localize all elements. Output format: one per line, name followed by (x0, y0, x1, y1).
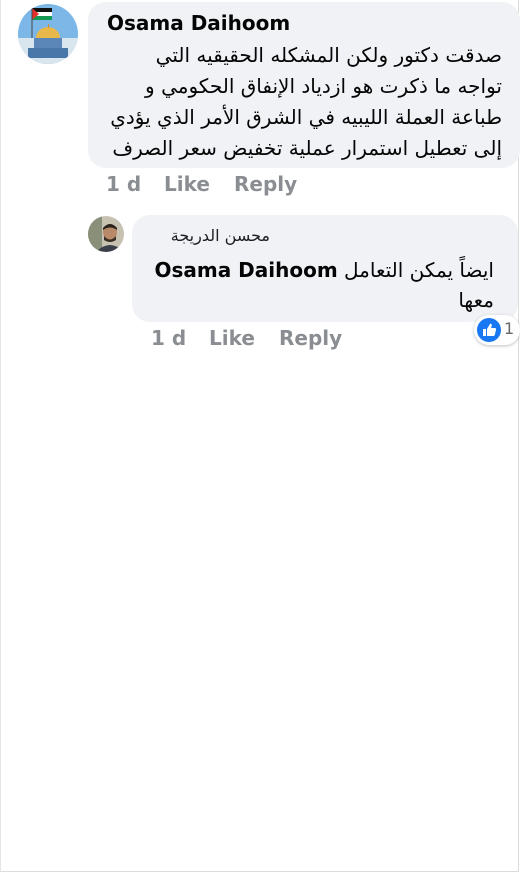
reply-like-button[interactable]: Like (209, 326, 255, 350)
man-photo-avatar-icon (88, 216, 124, 252)
comment-line: صدقت دكتور ولكن المشكله الحقيقيه التي (155, 43, 502, 67)
comment-text: صدقت دكتور ولكن المشكله الحقيقيه التي تو… (92, 40, 502, 164)
comment-like-button[interactable]: Like (164, 172, 210, 196)
reply-line-2: معها (458, 288, 494, 312)
reply-text-before-mention: ايضاً يمكن التعامل (344, 258, 494, 282)
reaction-summary[interactable]: 1 (474, 315, 520, 345)
reply-avatar[interactable] (88, 216, 124, 252)
reaction-count: 1 (504, 319, 515, 338)
comment-line: طباعة العملة الليبيه في الشرق الأمر الذي… (110, 105, 502, 129)
reply-reply-button[interactable]: Reply (279, 326, 342, 350)
reply-mention-link[interactable]: Osama Daihoom (154, 258, 337, 282)
palestine-flag-dome-avatar-icon (18, 4, 78, 64)
comment-line: تواجه ما ذكرت هو ازدياد الإنفاق الحكومي … (145, 74, 502, 98)
reply-line-1: ايضاً يمكن التعامل Osama Daihoom (134, 255, 494, 285)
comment-reply-button[interactable]: Reply (234, 172, 297, 196)
reply-timestamp[interactable]: 1 d (151, 326, 186, 350)
commenter-avatar[interactable] (18, 4, 78, 64)
comment-line: إلى تعطيل استمرار عملية تخفيض سعر الصرف (112, 136, 502, 160)
reply-author[interactable]: محسن الدريجة (171, 226, 270, 245)
comment-author[interactable]: Osama Daihoom (107, 11, 290, 35)
reply-text: ايضاً يمكن التعامل Osama Daihoom معها (134, 255, 494, 315)
like-reaction-icon (477, 318, 501, 342)
comment-timestamp[interactable]: 1 d (106, 172, 141, 196)
